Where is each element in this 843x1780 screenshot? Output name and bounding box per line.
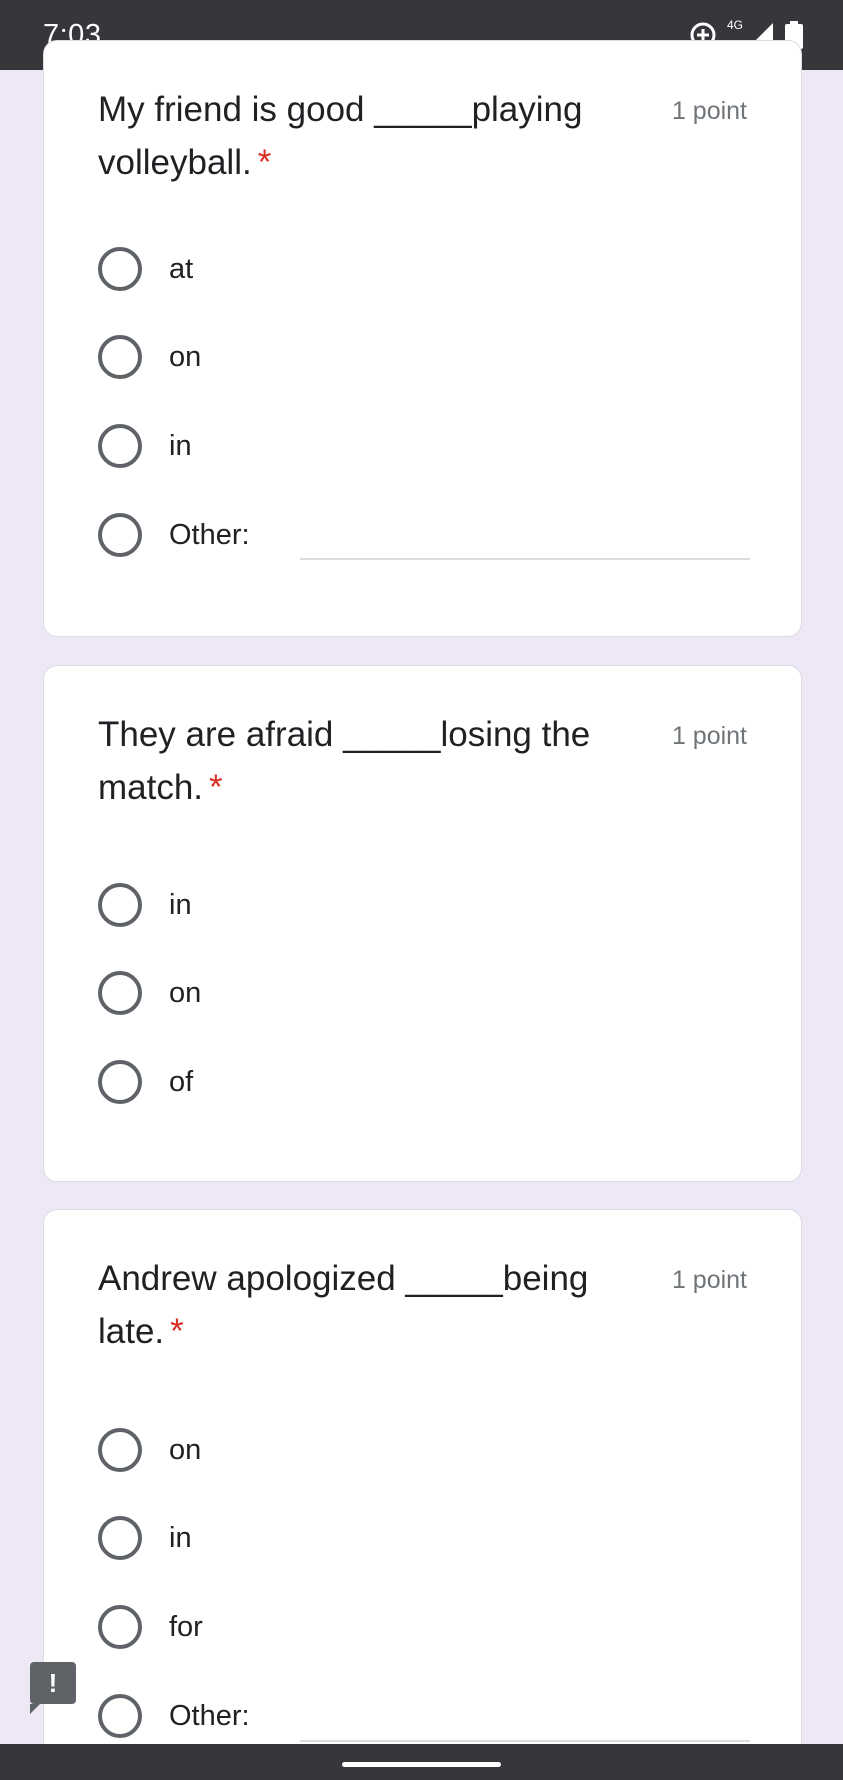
question-card-1: My friend is good _____playing volleybal… [43,40,802,637]
option-label: for [169,1610,203,1643]
question-title: They are afraid _____losing the match. * [98,715,591,807]
required-asterisk: * [170,1312,184,1351]
option-label: in [169,429,192,462]
option-other[interactable]: Other: [98,1694,250,1738]
question-header: Andrew apologized _____being late. * 1 po… [98,1252,747,1358]
question-points: 1 point [671,97,747,125]
option-label: on [169,976,202,1009]
question-card-2: They are afraid _____losing the match. * … [43,665,802,1182]
radio-button[interactable] [98,1428,142,1472]
radio-button[interactable] [98,513,142,557]
question-card-3: Andrew apologized _____being late. * 1 po… [43,1209,802,1780]
question-header: They are afraid _____losing the match. * … [98,708,747,814]
home-gesture-handle[interactable] [342,1762,501,1767]
option-label: at [169,252,194,285]
radio-button[interactable] [98,1605,142,1649]
option-of[interactable]: of [98,1060,193,1104]
radio-button[interactable] [98,1694,142,1738]
option-in[interactable]: in [98,424,192,468]
network-type-label: 4G [726,18,743,32]
option-label: on [169,340,202,373]
option-in[interactable]: in [98,1516,192,1560]
radio-button[interactable] [98,247,142,291]
option-on[interactable]: on [98,1428,201,1472]
option-label: of [169,1065,194,1098]
question-points: 1 point [671,722,747,750]
question-title: Andrew apologized _____being late. * [98,1259,589,1351]
option-label: in [169,1521,192,1554]
option-at[interactable]: at [98,247,193,291]
option-label: on [169,1433,202,1466]
required-asterisk: * [257,143,272,182]
question-header: My friend is good _____playing volleybal… [98,83,747,189]
navigation-bar [0,1744,843,1780]
feedback-icon[interactable]: ! [30,1662,76,1714]
option-on[interactable]: on [98,971,201,1015]
feedback-glyph: ! [48,1667,58,1698]
option-label: Other: [169,518,250,551]
question-title: My friend is good _____playing volleybal… [98,90,583,182]
radio-button[interactable] [98,1516,142,1560]
option-for[interactable]: for [98,1605,203,1649]
other-text-input[interactable] [300,1740,750,1742]
question-points: 1 point [671,1266,747,1294]
option-on[interactable]: on [98,335,201,379]
radio-button[interactable] [98,424,142,468]
option-other[interactable]: Other: [98,513,250,557]
other-text-input[interactable] [300,558,750,560]
option-label: Other: [169,1699,250,1732]
option-label: in [169,888,192,921]
radio-button[interactable] [98,971,142,1015]
option-in[interactable]: in [98,883,192,927]
radio-button[interactable] [98,1060,142,1104]
radio-button[interactable] [98,335,142,379]
radio-button[interactable] [98,883,142,927]
required-asterisk: * [209,768,223,807]
